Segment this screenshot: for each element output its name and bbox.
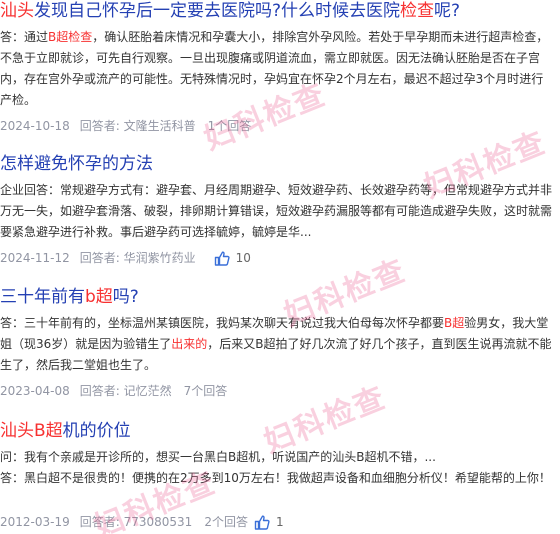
- like-button[interactable]: 10: [214, 249, 251, 267]
- text-segment: 怎样避免怀孕的方法: [0, 154, 153, 174]
- highlight-text: b超: [85, 287, 113, 307]
- answerer-link[interactable]: 回答者: 773080531: [80, 513, 193, 531]
- search-result: 汕头发现自己怀孕后一定要去医院吗?什么时候去医院检查呢? 答：通过B超检查，确认…: [0, 0, 560, 140]
- result-meta: 2024-10-18 回答者: 文隆生活科普 1个回答: [0, 117, 251, 135]
- thumbs-up-icon: [214, 250, 230, 266]
- text-segment: 呢?: [434, 1, 461, 21]
- text-segment: 答：通过: [0, 30, 49, 44]
- answer-count[interactable]: 2个回答: [204, 513, 248, 531]
- highlight-text: 出来的: [171, 337, 208, 351]
- result-title-link[interactable]: 三十年前有b超吗?: [0, 286, 139, 308]
- highlight-text: 检查: [400, 1, 435, 21]
- result-date: 2024-10-18: [0, 119, 70, 133]
- result-meta: 2012-03-19 回答者: 773080531 2个回答 1: [0, 513, 284, 531]
- thumbs-up-icon: [254, 514, 270, 530]
- text-segment: 吗?: [112, 287, 139, 307]
- highlight-text: B超: [444, 316, 465, 330]
- search-result: 汕头B超机的价位 问：我有个亲戚是开诊所的，想买一台黑白B超机，听说国产的汕头B…: [0, 420, 560, 534]
- highlight-text: B超: [34, 421, 63, 441]
- result-meta: 2023-04-08 回答者: 记忆茫然 7个回答: [0, 382, 227, 400]
- result-abstract: 问：我有个亲戚是开诊所的，想买一台黑白B超机，听说国产的汕头B超机不错，... 答…: [0, 447, 553, 489]
- search-result: 怎样避免怀孕的方法 企业回答：常规避孕方式有：避孕套、月经周期避孕、短效避孕药、…: [0, 153, 560, 273]
- result-abstract: 答：三十年前有的，坐标温州某镇医院，我妈某次聊天有说过我大伯母每次怀孕都要B超验…: [0, 313, 553, 376]
- result-abstract: 企业回答：常规避孕方式有：避孕套、月经周期避孕、短效避孕药、长效避孕药等，但常规…: [0, 180, 553, 243]
- answer-count[interactable]: 1个回答: [208, 117, 252, 135]
- text-segment: 机的价位: [62, 421, 131, 441]
- result-date: 2023-04-08: [0, 384, 70, 398]
- search-result: 三十年前有b超吗? 答：三十年前有的，坐标温州某镇医院，我妈某次聊天有说过我大伯…: [0, 286, 560, 401]
- text-segment: 答：黑白超不是很贵的！便携的在2万多到10万左右！我做超声设备和血细胞分析仪！希…: [0, 471, 551, 485]
- like-count: 1: [275, 515, 284, 529]
- highlight-text: 汕头: [0, 1, 34, 21]
- answer-count[interactable]: 7个回答: [184, 382, 228, 400]
- answerer-link[interactable]: 回答者: 记忆茫然: [80, 382, 172, 400]
- highlight-text: 汕头: [0, 421, 34, 441]
- highlight-text: B超检查: [48, 30, 93, 44]
- answerer-link[interactable]: 回答者: 华润紫竹药业: [80, 249, 196, 267]
- like-button[interactable]: 1: [254, 513, 284, 531]
- text-segment: 问：我有个亲戚是开诊所的，想买一台黑白B超机，听说国产的汕头B超机不错，...: [0, 450, 436, 464]
- text-segment: 三十年前有: [0, 287, 85, 307]
- result-title-link[interactable]: 汕头B超机的价位: [0, 420, 131, 442]
- result-title-link[interactable]: 怎样避免怀孕的方法: [0, 153, 153, 175]
- result-title-link[interactable]: 汕头发现自己怀孕后一定要去医院吗?什么时候去医院检查呢?: [0, 0, 460, 22]
- result-date: 2012-03-19: [0, 515, 70, 529]
- result-abstract: 答：通过B超检查，确认胚胎着床情况和孕囊大小，排除宫外孕风险。若处于早孕期而未进…: [0, 27, 553, 111]
- result-date: 2024-11-12: [0, 251, 70, 265]
- like-count: 10: [235, 251, 251, 265]
- result-meta: 2024-11-12 回答者: 华润紫竹药业 10: [0, 249, 251, 267]
- text-segment: 答：三十年前有的，坐标温州某镇医院，我妈某次聊天有说过我大伯母每次怀孕都要: [0, 316, 445, 330]
- text-segment: 企业回答：常规避孕方式有：避孕套、月经周期避孕、短效避孕药、长效避孕药等，但常规…: [0, 183, 553, 239]
- answerer-link[interactable]: 回答者: 文隆生活科普: [80, 117, 196, 135]
- text-segment: 发现自己怀孕后一定要去医院吗?什么时候去医院: [34, 1, 401, 21]
